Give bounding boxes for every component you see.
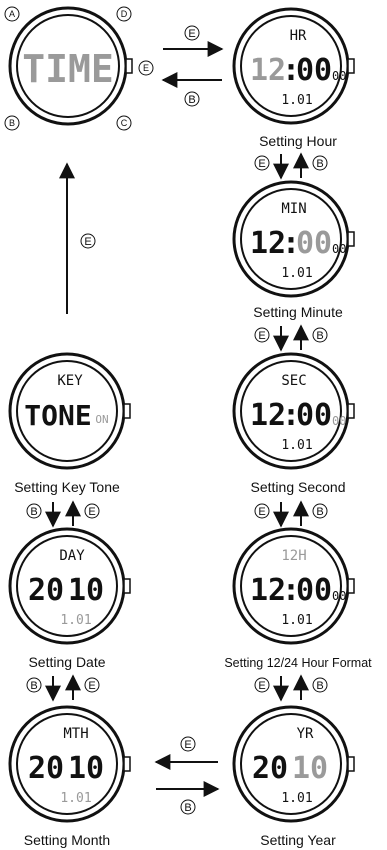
display-date: 1.01 — [281, 93, 312, 108]
display-date: 1.01 — [281, 438, 312, 453]
display-label: MTH — [63, 726, 88, 742]
display-time-text: TIME — [22, 47, 114, 91]
watch-setting-format: 12H 12 : 00 00 1.01 — [232, 527, 355, 645]
arrows-minute-second: E B — [254, 324, 328, 352]
watch-setting-second: SEC 12 : 00 00 1.01 — [232, 352, 355, 470]
svg-text:E: E — [84, 236, 91, 248]
display-date: 1.01 — [60, 613, 91, 628]
display-year-high: 20 — [28, 751, 64, 786]
svg-text:B: B — [316, 680, 323, 692]
button-e-marker: E — [138, 60, 154, 76]
svg-text:E: E — [88, 680, 95, 692]
svg-text:B: B — [316, 158, 323, 170]
svg-text:E: E — [143, 63, 149, 73]
svg-text:E: E — [258, 506, 265, 518]
svg-text:B: B — [30, 506, 37, 518]
arrows-second-format: E B — [254, 500, 328, 528]
display-minutes: 00 — [296, 226, 332, 261]
caption-setting-month: Setting Month — [24, 832, 110, 848]
watch-setting-minute: MIN 12 : 00 00 1.01 — [232, 180, 355, 298]
display-label: HR — [290, 28, 307, 44]
display-year-high: 20 — [252, 751, 288, 786]
display-year-low: 10 — [292, 751, 328, 786]
svg-text:D: D — [121, 9, 128, 19]
caption-setting-format: Setting 12/24 Hour Format — [224, 656, 372, 670]
svg-text:E: E — [188, 28, 195, 40]
watch-setting-date: DAY 20 10 1.01 — [8, 527, 131, 645]
arrow-hour-to-time: B — [161, 72, 222, 107]
arrows-hour-minute: E B — [254, 152, 328, 180]
watch-setting-keytone: KEY TONE ON — [8, 352, 131, 470]
display-hours: 12 — [250, 53, 286, 88]
display-label: YR — [297, 726, 314, 742]
arrow-year-to-month: E — [154, 736, 218, 770]
button-a-marker: A — [4, 6, 20, 22]
arrow-keytone-to-time: E — [59, 162, 96, 314]
display-date: 1.01 — [281, 266, 312, 281]
svg-text:C: C — [121, 118, 128, 128]
svg-text:E: E — [258, 680, 265, 692]
svg-text:E: E — [258, 330, 265, 342]
caption-setting-hour: Setting Hour — [259, 133, 337, 149]
svg-text:B: B — [316, 506, 323, 518]
display-hours: 12 — [250, 226, 286, 261]
caption-setting-minute: Setting Minute — [253, 304, 343, 320]
svg-text:E: E — [88, 506, 95, 518]
caption-setting-year: Setting Year — [260, 832, 336, 848]
display-label: DAY — [59, 548, 85, 564]
svg-text:B: B — [184, 802, 191, 814]
svg-text:A: A — [9, 9, 15, 19]
watch-setting-year: YR 20 10 1.01 — [232, 705, 355, 823]
svg-text:B: B — [316, 330, 323, 342]
arrow-month-to-year: B — [156, 781, 220, 815]
display-seconds: 00 — [332, 589, 346, 603]
display-seconds: 00 — [332, 242, 346, 256]
svg-text:B: B — [30, 680, 37, 692]
display-hours: 12 — [250, 573, 286, 608]
display-minutes: 00 — [296, 573, 332, 608]
display-seconds: 00 — [332, 414, 346, 428]
svg-text:E: E — [258, 158, 265, 170]
display-minutes: 00 — [296, 398, 332, 433]
arrows-date-keytone: B E — [26, 500, 100, 528]
display-minutes: 00 — [296, 53, 332, 88]
button-d-marker: D — [116, 6, 132, 22]
display-label: KEY — [57, 373, 83, 389]
display-label: MIN — [281, 201, 306, 217]
flow-diagram: TIME A D E B C E B HR 12: 00 00 1.01 Se… — [4, 6, 372, 848]
display-main: TONE — [24, 399, 91, 432]
watch-setting-month: MTH 20 10 1.01 — [8, 705, 131, 823]
display-date: 1.01 — [281, 791, 312, 806]
display-label: SEC — [281, 373, 306, 389]
display-state: ON — [95, 413, 108, 426]
button-c-marker: C — [116, 115, 132, 131]
display-year-high: 20 — [28, 573, 64, 608]
arrows-month-date: B E — [26, 674, 100, 702]
arrows-format-year: E B — [254, 674, 328, 702]
display-label: 12H — [281, 548, 306, 564]
display-year-low: 10 — [68, 573, 104, 608]
svg-text:B: B — [9, 118, 15, 128]
display-date: 1.01 — [60, 791, 91, 806]
caption-setting-date: Setting Date — [28, 654, 105, 670]
watch-time: TIME A D E B C — [4, 6, 154, 131]
svg-text:E: E — [184, 739, 191, 751]
caption-setting-keytone: Setting Key Tone — [14, 479, 120, 495]
svg-text:B: B — [188, 94, 195, 106]
caption-setting-second: Setting Second — [251, 479, 346, 495]
watch-setting-hour: HR 12 : 00 00 1.01 — [232, 7, 355, 125]
arrow-time-to-hour: E — [163, 25, 224, 57]
crown-button — [125, 58, 133, 74]
display-year-low: 10 — [68, 751, 104, 786]
display-date: 1.01 — [281, 613, 312, 628]
button-b-marker: B — [4, 115, 20, 131]
display-hours: 12 — [250, 398, 286, 433]
display-seconds: 00 — [332, 69, 346, 83]
